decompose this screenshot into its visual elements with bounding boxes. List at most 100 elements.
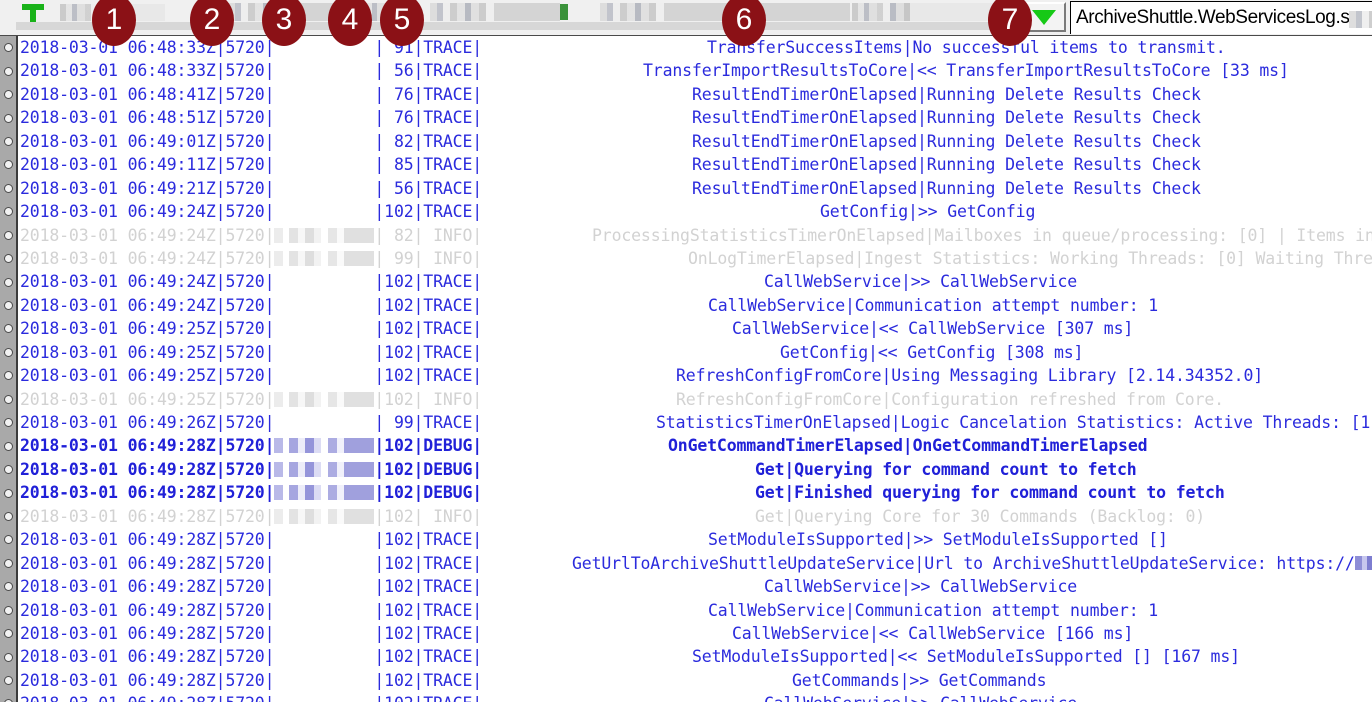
- log-thread-and-level: |102|TRACE|: [374, 577, 483, 597]
- gutter-marker[interactable]: [0, 692, 16, 702]
- pin-icon[interactable]: [22, 4, 44, 22]
- gutter-marker[interactable]: [0, 130, 16, 153]
- log-timestamp: 2018-03-01 06:49:28Z|5720|: [20, 459, 275, 479]
- gutter-marker[interactable]: [0, 528, 16, 551]
- log-row[interactable]: 2018-03-01 06:48:33Z|5720| | 56|TRACE| Tra…: [20, 59, 1372, 82]
- gutter-marker[interactable]: [0, 552, 16, 575]
- gutter-marker[interactable]: [0, 83, 16, 106]
- gutter-marker[interactable]: [0, 153, 16, 176]
- log-row[interactable]: 2018-03-01 06:49:28Z|5720| |102|TRACE| Cal…: [20, 622, 1372, 645]
- log-message: ResultEndTimerOnElapsed|Running Delete R…: [692, 178, 1201, 198]
- gutter-marker[interactable]: [0, 177, 16, 200]
- log-row[interactable]: 2018-03-01 06:49:28Z|5720| |102|TRACE| Get…: [20, 552, 1372, 575]
- log-timestamp: 2018-03-01 06:49:28Z|5720|: [20, 600, 275, 620]
- log-row[interactable]: 2018-03-01 06:49:01Z|5720| | 82|TRACE| Res…: [20, 130, 1372, 153]
- log-message: CallWebService|>> CallWebService: [764, 577, 1078, 597]
- gutter-marker[interactable]: [0, 645, 16, 668]
- log-row[interactable]: 2018-03-01 06:49:28Z|5720| |102|TRACE| Set…: [20, 645, 1372, 668]
- gutter-marker[interactable]: [0, 224, 16, 247]
- gutter-marker[interactable]: [0, 200, 16, 223]
- log-row[interactable]: 2018-03-01 06:49:25Z|5720| |102| INFO| Ref…: [20, 388, 1372, 411]
- log-thread-and-level: |102| INFO|: [374, 389, 483, 409]
- log-row-prefix: 2018-03-01 06:48:51Z|5720| | 76|TRACE|: [20, 108, 482, 127]
- log-row[interactable]: 2018-03-01 06:49:28Z|5720| |102|TRACE| Get…: [20, 669, 1372, 692]
- log-row-prefix: 2018-03-01 06:49:28Z|5720| |102|TRACE|: [20, 554, 482, 573]
- log-row[interactable]: 2018-03-01 06:49:25Z|5720| |102|TRACE| Cal…: [20, 317, 1372, 340]
- bookmark-icon: [1, 64, 15, 78]
- log-thread-and-level: |102|TRACE|: [374, 623, 483, 643]
- gutter-marker[interactable]: [0, 247, 16, 270]
- gutter-marker[interactable]: [0, 270, 16, 293]
- gutter-marker[interactable]: [0, 59, 16, 82]
- log-row[interactable]: 2018-03-01 06:49:28Z|5720| |102|DEBUG| Get…: [20, 458, 1372, 481]
- log-row[interactable]: 2018-03-01 06:49:28Z|5720| |102| INFO| Get…: [20, 505, 1372, 528]
- log-timestamp: 2018-03-01 06:49:11Z|5720|: [20, 155, 275, 175]
- log-row[interactable]: 2018-03-01 06:49:25Z|5720| |102|TRACE| Get…: [20, 341, 1372, 364]
- gutter-marker[interactable]: [0, 388, 16, 411]
- log-component-redacted: [274, 485, 375, 501]
- gutter-marker[interactable]: [0, 458, 16, 481]
- log-message: SetModuleIsSupported|>> SetModuleIsSuppo…: [708, 530, 1168, 550]
- log-row-prefix: 2018-03-01 06:49:11Z|5720| | 85|TRACE|: [20, 155, 482, 174]
- breakpoint-gutter[interactable]: [0, 36, 18, 702]
- log-component-redacted: [274, 603, 374, 618]
- chevron-down-icon: [1032, 9, 1056, 25]
- pin-icon-stem: [30, 9, 36, 22]
- log-row[interactable]: 2018-03-01 06:49:24Z|5720| |102|TRACE| Cal…: [20, 294, 1372, 317]
- log-timestamp: 2018-03-01 06:49:25Z|5720|: [20, 389, 275, 409]
- gutter-marker[interactable]: [0, 106, 16, 129]
- log-row[interactable]: 2018-03-01 06:49:28Z|5720| |102|TRACE| Cal…: [20, 692, 1372, 702]
- bookmark-icon: [1, 275, 15, 289]
- log-row[interactable]: 2018-03-01 06:49:28Z|5720| |102|TRACE| Cal…: [20, 575, 1372, 598]
- gutter-marker[interactable]: [0, 317, 16, 340]
- log-row[interactable]: 2018-03-01 06:49:24Z|5720| | 82| INFO| Pro…: [20, 224, 1372, 247]
- log-row[interactable]: 2018-03-01 06:49:24Z|5720| |102|TRACE| Cal…: [20, 270, 1372, 293]
- gutter-marker[interactable]: [0, 294, 16, 317]
- log-row[interactable]: 2018-03-01 06:48:41Z|5720| | 76|TRACE| Res…: [20, 83, 1372, 106]
- bookmark-icon: [1, 392, 15, 406]
- callout-number: 2: [203, 3, 221, 36]
- log-thread-and-level: | 99|TRACE|: [374, 413, 483, 432]
- bookmark-icon: [1, 650, 15, 664]
- log-row[interactable]: 2018-03-01 06:49:26Z|5720| | 99|TRACE| Sta…: [20, 411, 1372, 434]
- log-component-redacted: [274, 227, 375, 243]
- log-row-prefix: 2018-03-01 06:48:41Z|5720| | 76|TRACE|: [20, 85, 482, 104]
- log-row[interactable]: 2018-03-01 06:49:24Z|5720| | 99| INFO| OnL…: [20, 247, 1372, 270]
- log-message: Get|Querying Core for 30 Commands (Backl…: [755, 506, 1206, 526]
- log-row-prefix: 2018-03-01 06:49:28Z|5720| |102|TRACE|: [20, 577, 482, 596]
- log-row[interactable]: 2018-03-01 06:49:24Z|5720| |102|TRACE| Get…: [20, 200, 1372, 223]
- log-view[interactable]: 2018-03-01 06:48:33Z|5720| | 91|TRACE| Tra…: [0, 36, 1372, 702]
- log-row[interactable]: 2018-03-01 06:49:28Z|5720| |102|TRACE| Cal…: [20, 599, 1372, 622]
- log-thread-and-level: |102|DEBUG|: [374, 459, 483, 479]
- gutter-marker[interactable]: [0, 434, 16, 457]
- bookmark-icon: [1, 322, 15, 336]
- gutter-marker[interactable]: [0, 575, 16, 598]
- gutter-marker[interactable]: [0, 341, 16, 364]
- log-message: TransferSuccessItems|No successful items…: [707, 38, 1226, 57]
- toolbar-redacted-group-4[interactable]: [430, 3, 560, 21]
- log-timestamp: 2018-03-01 06:49:24Z|5720|: [20, 248, 275, 268]
- gutter-marks: [0, 36, 16, 702]
- log-row[interactable]: 2018-03-01 06:49:28Z|5720| |102|DEBUG| Get…: [20, 481, 1372, 504]
- log-row-prefix: 2018-03-01 06:49:28Z|5720| |102| INFO|: [20, 507, 482, 526]
- log-file-name-field[interactable]: ArchiveShuttle.WebServicesLog.s: [1070, 1, 1372, 34]
- log-row[interactable]: 2018-03-01 06:49:28Z|5720| |102|DEBUG| OnG…: [20, 434, 1372, 457]
- log-row[interactable]: 2018-03-01 06:49:21Z|5720| | 56|TRACE| Res…: [20, 177, 1372, 200]
- log-component-redacted: [274, 673, 374, 688]
- gutter-marker[interactable]: [0, 411, 16, 434]
- log-row[interactable]: 2018-03-01 06:48:51Z|5720| | 76|TRACE| Res…: [20, 106, 1372, 129]
- log-timestamp: 2018-03-01 06:49:28Z|5720|: [20, 483, 275, 503]
- log-row[interactable]: 2018-03-01 06:49:28Z|5720| |102|TRACE| Set…: [20, 528, 1372, 551]
- gutter-marker[interactable]: [0, 481, 16, 504]
- log-row[interactable]: 2018-03-01 06:49:11Z|5720| | 85|TRACE| Res…: [20, 153, 1372, 176]
- log-row[interactable]: 2018-03-01 06:49:25Z|5720| |102|TRACE| Ref…: [20, 364, 1372, 387]
- gutter-marker[interactable]: [0, 669, 16, 692]
- gutter-marker[interactable]: [0, 599, 16, 622]
- gutter-marker[interactable]: [0, 36, 16, 59]
- gutter-marker[interactable]: [0, 505, 16, 528]
- bookmark-icon: [1, 41, 15, 55]
- gutter-marker[interactable]: [0, 622, 16, 645]
- log-component-redacted: [274, 181, 374, 196]
- log-thread-and-level: |102|TRACE|: [374, 647, 483, 667]
- gutter-marker[interactable]: [0, 364, 16, 387]
